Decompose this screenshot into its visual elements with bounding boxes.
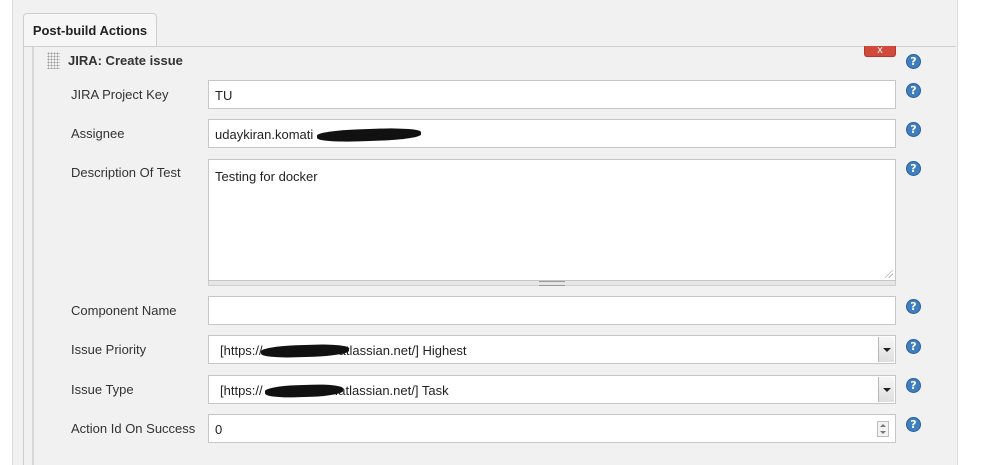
project-key-label: JIRA Project Key [71, 87, 169, 102]
redaction-scribble [316, 127, 422, 143]
description-value: Testing for docker [215, 169, 318, 184]
component-input[interactable] [208, 296, 896, 325]
action-id-input[interactable]: 0 [208, 414, 896, 443]
issue-type-label: Issue Type [71, 382, 134, 397]
textarea-resize-bar[interactable] [208, 281, 896, 286]
project-key-input[interactable]: TU [208, 80, 896, 109]
delete-step-button[interactable]: x [864, 45, 896, 57]
help-icon[interactable]: ? [906, 378, 921, 393]
plugin-title: JIRA: Create issue [68, 53, 183, 68]
help-icon[interactable]: ? [906, 83, 921, 98]
drag-handle-icon[interactable] [47, 52, 60, 69]
help-icon[interactable]: ? [906, 417, 921, 432]
resize-handle-icon[interactable] [539, 281, 565, 286]
tab-post-build-actions[interactable]: Post-build Actions [23, 13, 157, 46]
assignee-label: Assignee [71, 126, 125, 141]
redaction-scribble [260, 343, 350, 359]
priority-url-prefix: [https:// [220, 343, 263, 358]
help-icon[interactable]: ? [906, 299, 921, 314]
redaction-scribble [264, 383, 344, 399]
action-id-label: Action Id On Success [71, 421, 196, 436]
chevron-down-icon[interactable] [878, 377, 894, 402]
issue-type-value: .atlassian.net/] Task [334, 383, 449, 398]
description-label: Description Of Test [71, 165, 181, 180]
component-label: Component Name [71, 303, 177, 318]
action-id-value: 0 [215, 422, 223, 437]
spin-down-icon[interactable] [880, 431, 886, 434]
chevron-down-icon[interactable] [878, 337, 894, 362]
priority-select[interactable]: [https:// atlassian.net/] Highest [208, 335, 896, 364]
help-icon[interactable]: ? [906, 339, 921, 354]
number-spinner[interactable] [877, 421, 889, 437]
resize-grip-icon[interactable] [885, 270, 893, 278]
priority-label: Issue Priority [71, 342, 147, 357]
help-icon[interactable]: ? [906, 161, 921, 176]
assignee-input[interactable]: udaykiran.komati [208, 119, 896, 148]
issue-type-select[interactable]: [https:// .atlassian.net/] Task [208, 375, 896, 404]
section-rule [32, 47, 34, 465]
spin-up-icon[interactable] [880, 424, 886, 427]
help-icon[interactable]: ? [906, 54, 921, 69]
priority-value: atlassian.net/] Highest [338, 343, 467, 358]
assignee-value: udaykiran.komati [215, 127, 314, 142]
description-textarea[interactable]: Testing for docker [208, 159, 896, 281]
issue-type-url-prefix: [https:// [220, 383, 263, 398]
help-icon[interactable]: ? [906, 122, 921, 137]
